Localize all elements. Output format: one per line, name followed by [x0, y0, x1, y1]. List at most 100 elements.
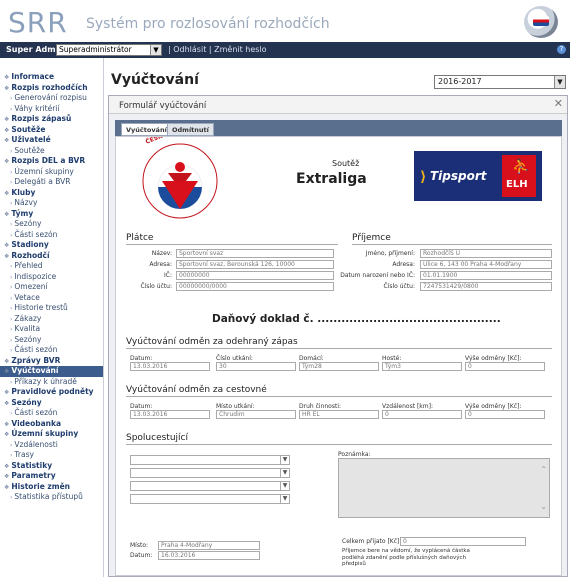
sidebar-item-7[interactable]: › Soutěže	[0, 146, 103, 157]
close-icon[interactable]: ✕	[554, 97, 563, 110]
sidebar-item-12[interactable]: › Názvy	[0, 198, 103, 209]
sidebar-item-34[interactable]: ❖ Územní skupiny	[0, 429, 103, 440]
payer-ic-field[interactable]: 00000000	[176, 271, 334, 280]
payer-account-field[interactable]: 00000000/0000	[176, 282, 334, 291]
scroll-up-icon[interactable]: ⌃	[540, 465, 547, 474]
sidebar-item-label: Vetace	[14, 292, 40, 302]
sidebar-item-39[interactable]: ❖ Historie změn	[0, 482, 103, 493]
recipient-dob-field[interactable]: 01.01.1900	[420, 271, 552, 280]
sidebar-item-14[interactable]: › Sezóny	[0, 219, 103, 230]
chevron-right-icon: ›	[10, 263, 13, 270]
sidebar-item-31[interactable]: ❖ Sezóny	[0, 398, 103, 409]
match-section-title: Vyúčtování odměn za odehraný zápas	[126, 337, 298, 347]
date-label: Datum:	[130, 552, 153, 559]
sidebar-item-24[interactable]: › Kvalita	[0, 324, 103, 335]
recipient-account-field[interactable]: 7247531429/0800	[420, 282, 552, 291]
coworker-select-3[interactable]: ▼	[130, 481, 290, 491]
sidebar-item-26[interactable]: › Části sezón	[0, 345, 103, 356]
sidebar-item-2[interactable]: › Generování rozpisu	[0, 93, 103, 104]
sidebar-item-0[interactable]: ❖ Informace	[0, 72, 103, 83]
tabs-bar: Vyúčtování Odmítnutí	[115, 120, 562, 136]
recipient-address-field[interactable]: Ulice 6, 143 00 Praha 4-Modřany	[420, 260, 552, 269]
tab-odmitnuti[interactable]: Odmítnutí	[167, 123, 214, 136]
header: SRR Systém pro rozlosování rozhodčích	[0, 0, 570, 42]
sidebar-item-15[interactable]: › Části sezón	[0, 230, 103, 241]
sidebar-item-35[interactable]: › Vzdálenosti	[0, 440, 103, 451]
help-icon[interactable]: ?	[557, 45, 566, 54]
travel-date-label: Datum:	[130, 403, 153, 410]
sidebar-item-32[interactable]: › Části sezón	[0, 408, 103, 419]
date-field[interactable]: 16.03.2016	[158, 551, 260, 560]
match-away-field[interactable]: Tým3	[382, 362, 462, 371]
sidebar-item-9[interactable]: › Územní skupiny	[0, 167, 103, 178]
hockey-player-icon: ⛹	[512, 159, 530, 175]
travel-activity-field[interactable]: HR EL	[299, 410, 379, 419]
travel-place-field[interactable]: Chrudim	[216, 410, 296, 419]
recipient-name-field[interactable]: RozhodčíS U	[420, 249, 552, 258]
scroll-down-icon[interactable]: ⌄	[540, 502, 547, 511]
sidebar-item-label: Části sezón	[14, 408, 58, 417]
sidebar-item-label: Soutěže	[14, 145, 45, 155]
chevron-right-icon: ›	[10, 147, 13, 155]
sidebar-item-3[interactable]: › Váhy kritérií	[0, 104, 103, 115]
elh-badge-text: ELH	[506, 179, 528, 190]
total-field[interactable]: 0	[400, 537, 526, 546]
sidebar-item-29[interactable]: › Příkazy k úhradě	[0, 377, 103, 388]
chevron-right-icon: ›	[10, 378, 13, 386]
sidebar-item-18[interactable]: › Přehled	[0, 261, 103, 272]
sidebar-item-label: Rozhodčí	[11, 250, 50, 260]
sidebar-item-1[interactable]: ❖ Rozpis rozhodčích	[0, 83, 103, 94]
match-date-field[interactable]: 13.03.2016	[130, 362, 210, 371]
account-links[interactable]: | Odhlásit | Změnit heslo	[168, 45, 267, 54]
sidebar-item-37[interactable]: ❖ Statistiky	[0, 461, 103, 472]
sidebar-item-16[interactable]: ❖ Stadiony	[0, 240, 103, 251]
sidebar-item-33[interactable]: ❖ Videobanka	[0, 419, 103, 430]
sidebar-item-20[interactable]: › Omezení	[0, 282, 103, 293]
sidebar-item-27[interactable]: ❖ Zprávy BVR	[0, 356, 103, 367]
sidebar-item-25[interactable]: › Sezóny	[0, 335, 103, 346]
sidebar-item-8[interactable]: ❖ Rozpis DEL a BVR	[0, 156, 103, 167]
sidebar-item-30[interactable]: ❖ Pravidlové podněty	[0, 387, 103, 398]
sidebar-item-40[interactable]: › Statistika přístupů	[0, 492, 103, 503]
payer-name-field[interactable]: Sportovní svaz	[176, 249, 334, 258]
travel-fee-field[interactable]: 0	[465, 410, 545, 419]
sidebar-item-4[interactable]: ❖ Rozpis zápasů	[0, 114, 103, 125]
coworker-select-4[interactable]: ▼	[130, 494, 290, 504]
coworker-select-1[interactable]: ▼	[130, 455, 290, 465]
sidebar-item-17[interactable]: ❖ Rozhodčí	[0, 251, 103, 262]
diamond-bullet-icon: ❖	[4, 137, 10, 144]
tax-document-heading: Daňový doklad č. .......................…	[212, 313, 501, 325]
sidebar-item-28[interactable]: ❖ Vyúčtování	[0, 366, 103, 377]
sidebar-item-5[interactable]: ❖ Soutěže	[0, 125, 103, 136]
chevron-right-icon: ›	[10, 452, 13, 459]
travel-distance-field[interactable]: 0	[382, 410, 462, 419]
role-select[interactable]: Superadministrátor ▼	[56, 44, 162, 56]
chevron-right-icon: ›	[10, 231, 13, 239]
travel-date-field[interactable]: 13.03.2016	[130, 410, 210, 419]
diamond-bullet-icon: ❖	[4, 399, 10, 407]
match-fee-field[interactable]: 0	[465, 362, 545, 371]
coworker-select-2[interactable]: ▼	[130, 468, 290, 478]
recipient-dob-label: Datum narození nebo IČ:	[340, 272, 415, 279]
payer-address-field[interactable]: Sportovní svaz, Berounská 126, 10000	[176, 260, 334, 269]
tab-vyuctovani[interactable]: Vyúčtování	[121, 123, 172, 136]
sidebar-item-11[interactable]: ❖ Kluby	[0, 188, 103, 199]
payer-title: Plátce	[126, 233, 154, 243]
sidebar-item-38[interactable]: ❖ Parametry	[0, 471, 103, 482]
tipsport-elh-logo: ⟩ Tipsport ELH ⛹	[414, 151, 542, 201]
sidebar-item-23[interactable]: › Zákazy	[0, 314, 103, 325]
sidebar-item-13[interactable]: ❖ Týmy	[0, 209, 103, 220]
sidebar-item-21[interactable]: › Vetace	[0, 293, 103, 304]
match-number-field[interactable]: 30	[216, 362, 296, 371]
place-field[interactable]: Praha 4-Modřany	[158, 541, 260, 550]
sidebar-item-6[interactable]: ❖ Uživatelé	[0, 135, 103, 146]
sidebar-item-19[interactable]: › Indispozice	[0, 272, 103, 283]
travel-distance-label: Vzdálenost [km]:	[382, 403, 433, 410]
match-home-field[interactable]: Tým28	[299, 362, 379, 371]
sidebar-item-22[interactable]: › Historie trestů	[0, 303, 103, 314]
sidebar-item-10[interactable]: › Delegáti a BVR	[0, 177, 103, 188]
season-select[interactable]: 2016-2017 ▼	[434, 75, 566, 89]
note-textarea[interactable]: ⌃ ⌄	[338, 458, 550, 518]
sidebar-item-36[interactable]: › Trasy	[0, 450, 103, 461]
billing-document: ČESKÝ SVAZ LEDNÍHO HOKEJE Soutěž Extrali…	[115, 136, 562, 576]
